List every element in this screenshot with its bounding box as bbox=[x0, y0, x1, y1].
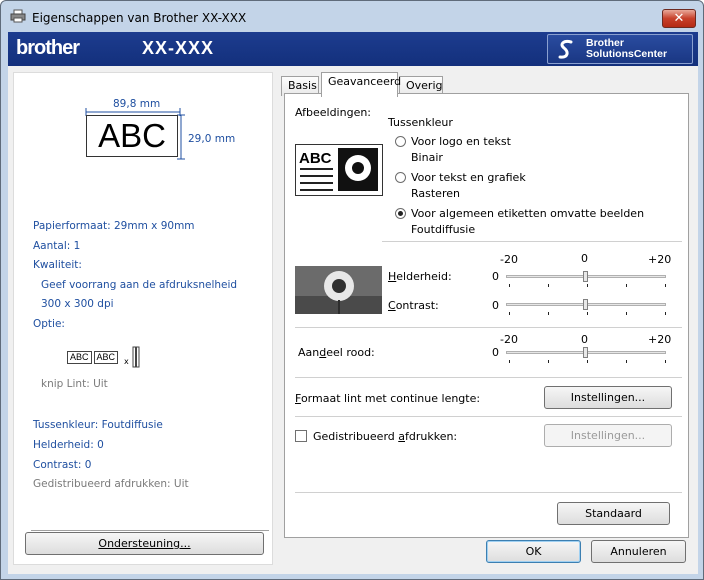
divider bbox=[295, 327, 682, 328]
red-value: 0 bbox=[492, 346, 499, 359]
close-button[interactable]: ✕ bbox=[662, 9, 696, 28]
images-label: Afbeeldingen: bbox=[295, 106, 372, 119]
cut-info: knip Lint: Uit bbox=[41, 378, 108, 390]
title-bar: Eigenschappen van Brother XX-XXX ✕ bbox=[1, 1, 703, 32]
solutions-center-icon bbox=[558, 40, 573, 59]
slider-tick bbox=[665, 284, 666, 287]
settings-summary-panel: 89,8 mm 29,0 mm ABC Papierformaat: 29mm … bbox=[13, 72, 273, 565]
divider bbox=[295, 377, 682, 378]
resolution-info: 300 x 300 dpi bbox=[41, 298, 114, 310]
slider-tick bbox=[548, 360, 549, 363]
slider-tick bbox=[665, 360, 666, 363]
halftone-label: Tussenkleur bbox=[388, 116, 453, 129]
brightness-value: 0 bbox=[492, 270, 499, 283]
brightness-slider-thumb[interactable] bbox=[583, 271, 588, 282]
option-label-1: ABC bbox=[67, 351, 92, 364]
slider-tick bbox=[587, 284, 588, 287]
brother-logo: brother bbox=[16, 37, 80, 59]
paper-format-info: Papierformaat: 29mm x 90mm bbox=[33, 220, 195, 232]
quality-value: Geef voorrang aan de afdruksnelheid bbox=[41, 279, 238, 291]
divider bbox=[382, 241, 682, 242]
slider-tick bbox=[626, 312, 627, 315]
copies-info: Aantal: 1 bbox=[33, 240, 81, 252]
halftone-info: Tussenkleur: Foutdiffusie bbox=[33, 419, 163, 431]
brother-banner: brother XX-XXX Brother SolutionsCenter bbox=[8, 32, 698, 66]
format-settings-button[interactable]: Instellingen... bbox=[544, 386, 672, 409]
slider-tick bbox=[509, 312, 510, 315]
ok-button[interactable]: OK bbox=[486, 540, 581, 563]
contrast-slider-thumb[interactable] bbox=[583, 299, 588, 310]
slider-tick bbox=[509, 360, 510, 363]
halftone-option-2: Voor tekst en grafiek bbox=[411, 171, 526, 184]
solutions-center-button[interactable]: Brother SolutionsCenter bbox=[547, 34, 693, 64]
printer-icon bbox=[10, 9, 26, 23]
red-label: Aandeel rood: bbox=[298, 346, 375, 359]
window-title: Eigenschappen van Brother XX-XXX bbox=[32, 11, 247, 25]
halftone-option-1: Voor logo en tekst bbox=[411, 135, 511, 148]
continuous-format-label: Formaat lint met continue lengte: bbox=[295, 392, 481, 405]
slider-tick bbox=[626, 360, 627, 363]
distributed-settings-button[interactable]: Instellingen... bbox=[544, 424, 672, 447]
dialog-body: 89,8 mm 29,0 mm ABC Papierformaat: 29mm … bbox=[8, 66, 698, 574]
option-label-2: ABC bbox=[93, 351, 119, 364]
quality-info: Kwaliteit: bbox=[33, 259, 82, 271]
cutter-icon: x bbox=[124, 346, 140, 368]
slider-tick bbox=[548, 284, 549, 287]
label-preview: ABC bbox=[86, 115, 178, 157]
divider bbox=[31, 530, 269, 531]
scale-mid: 0 bbox=[581, 252, 588, 265]
advanced-tab-page: Afbeeldingen: Tussenkleur ABC Voor logo … bbox=[284, 93, 689, 538]
contrast-value: 0 bbox=[492, 299, 499, 312]
properties-dialog: Eigenschappen van Brother XX-XXX ✕ broth… bbox=[0, 0, 704, 580]
svg-text:x: x bbox=[124, 357, 129, 366]
tab-geavanceerd[interactable]: Geavanceerd bbox=[321, 72, 401, 97]
support-button[interactable]: Ondersteuning... bbox=[25, 532, 264, 555]
slider-tick bbox=[665, 312, 666, 315]
flower-photo-icon bbox=[295, 266, 382, 314]
model-name: XX-XXX bbox=[142, 38, 215, 58]
halftone-radio-error-diffusion[interactable] bbox=[395, 208, 406, 219]
default-button[interactable]: Standaard bbox=[557, 502, 670, 525]
slider-tick bbox=[587, 360, 588, 363]
height-dimension: 29,0 mm bbox=[188, 133, 236, 145]
contrast-info: Contrast: 0 bbox=[33, 459, 92, 471]
halftone-option-2-sub: Rasteren bbox=[411, 187, 460, 200]
halftone-radio-binary[interactable] bbox=[395, 136, 406, 147]
halftone-option-3-sub: Foutdiffusie bbox=[411, 223, 476, 236]
slider-tick bbox=[626, 284, 627, 287]
red-scale-min: -20 bbox=[500, 333, 518, 346]
option-preview: ABC ABC x bbox=[67, 346, 142, 368]
halftone-option-1-sub: Binair bbox=[411, 151, 443, 164]
distributed-print-label: Gedistribueerd afdrukken: bbox=[313, 430, 458, 443]
slider-tick bbox=[509, 284, 510, 287]
logo-text-sample-icon: ABC bbox=[295, 144, 383, 196]
brightness-info: Helderheid: 0 bbox=[33, 439, 104, 451]
red-scale-mid: 0 bbox=[581, 333, 588, 346]
contrast-label: Contrast: bbox=[388, 299, 439, 312]
halftone-radio-dither[interactable] bbox=[395, 172, 406, 183]
scale-max: +20 bbox=[648, 253, 672, 266]
height-arrow-icon bbox=[177, 114, 185, 160]
red-scale-max: +20 bbox=[648, 333, 672, 346]
slider-tick bbox=[548, 312, 549, 315]
svg-text:ABC: ABC bbox=[299, 150, 332, 167]
divider bbox=[295, 416, 682, 417]
scale-min: -20 bbox=[500, 253, 518, 266]
slider-tick bbox=[587, 312, 588, 315]
brightness-label: Helderheid: bbox=[388, 270, 452, 283]
distributed-print-checkbox[interactable] bbox=[295, 430, 307, 442]
halftone-option-3: Voor algemeen etiketten omvatte beelden bbox=[411, 207, 645, 220]
red-slider-thumb[interactable] bbox=[583, 347, 588, 358]
solutions-line2: SolutionsCenter bbox=[586, 48, 668, 60]
cancel-button[interactable]: Annuleren bbox=[591, 540, 686, 563]
distributed-info: Gedistribueerd afdrukken: Uit bbox=[33, 478, 189, 490]
divider bbox=[295, 492, 682, 493]
option-info: Optie: bbox=[33, 318, 65, 330]
